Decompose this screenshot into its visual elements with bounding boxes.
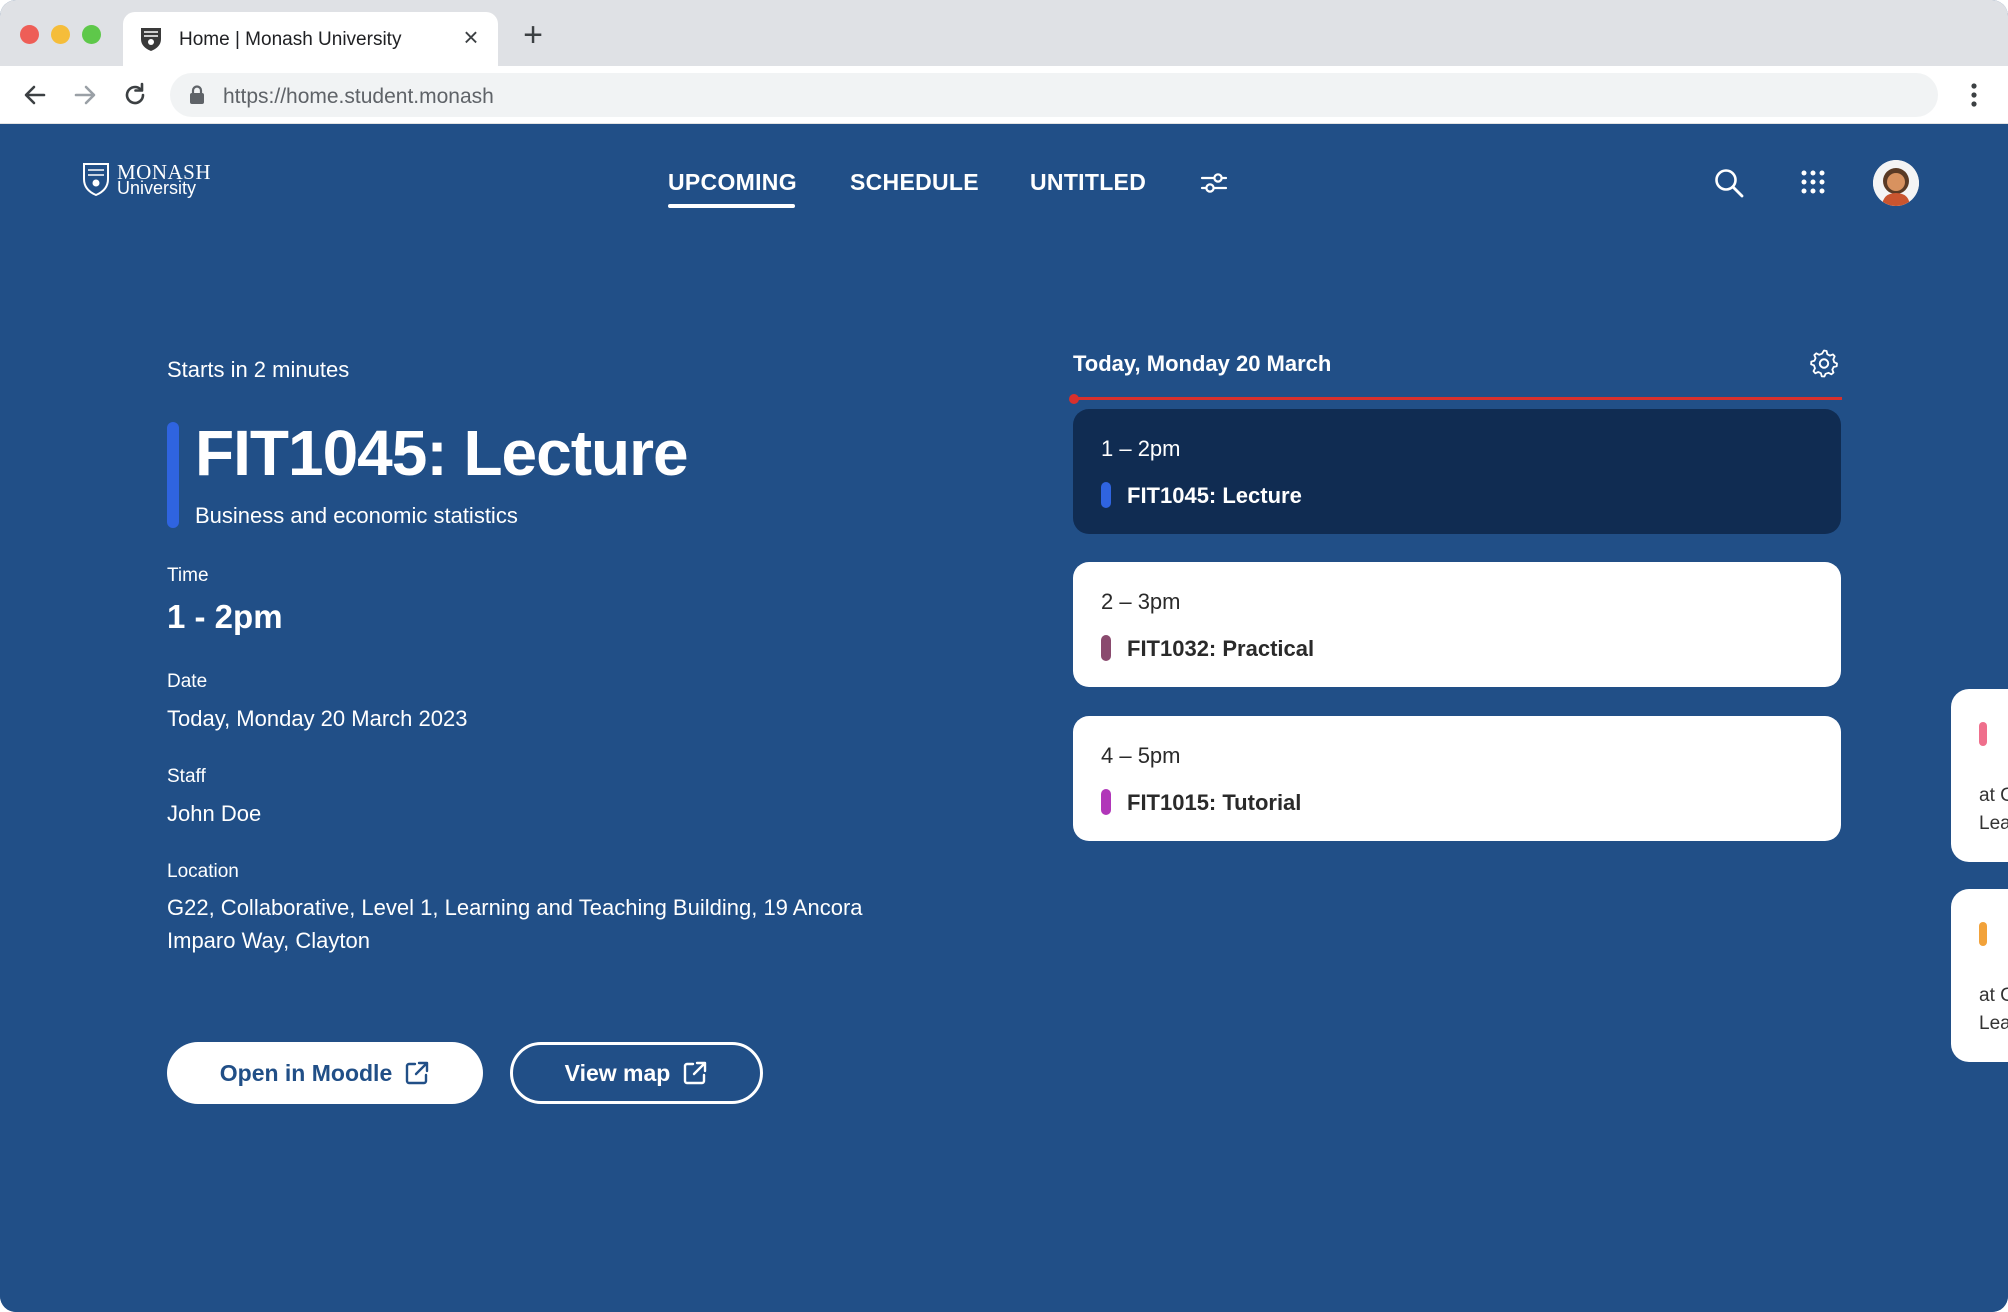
browser-menu-icon[interactable] [1960,80,1988,110]
event-color-marker [1101,789,1111,815]
event-name: FIT1015: Tutorial [1127,790,1302,815]
event-color-marker [1101,635,1111,661]
close-window-button[interactable] [20,25,39,44]
apps-grid-icon[interactable] [1800,169,1826,195]
browser-window: Home | Monash University × + https://hom… [0,0,2008,1312]
event-name: FIT1032: Practical [1127,636,1315,661]
filter-sliders-icon[interactable] [1199,170,1229,196]
browser-toolbar: https://home.student.monash [0,66,2008,124]
user-avatar-icon [1873,160,1919,206]
maximize-window-button[interactable] [82,25,101,44]
event-card[interactable]: 1 – 2pm FIT1045: Lecture [1073,409,1841,534]
search-icon[interactable] [1713,167,1745,199]
gear-icon[interactable] [1809,348,1839,378]
event-detail-line: Lea [1979,1013,2008,1034]
browser-tab-strip: Home | Monash University × + [0,0,2008,66]
date-label: Date [167,671,208,692]
event-time: 1 – 2pm [1101,436,1181,461]
event-time: 4 – 5pm [1101,743,1181,768]
event-color-marker [1979,922,1987,946]
event-color-marker [1101,482,1111,508]
tab-close-icon[interactable]: × [458,24,484,50]
minimize-window-button[interactable] [51,25,70,44]
logo-subwordmark: University [117,178,197,198]
current-time-dot [1069,394,1079,404]
time-label: Time [167,565,209,586]
view-map-button[interactable]: View map [510,1042,763,1104]
url-text: https://home.student.monash [223,85,494,108]
event-card[interactable]: 2 – 3pm FIT1032: Practical [1073,562,1841,687]
date-value: Today, Monday 20 March 2023 [167,706,468,731]
lock-icon [190,85,204,104]
event-detail-line: at C [1979,785,2008,806]
external-link-icon [406,1061,429,1085]
monash-crest-icon [141,28,161,51]
event-detail-line: Lea [1979,813,2008,834]
location-value: G22, Collaborative, Level 1, Learning an… [167,895,863,953]
forward-arrow-icon[interactable] [68,78,102,112]
offscreen-event-card[interactable]: at C Lea [1951,889,2008,1062]
tab-upcoming[interactable]: UPCOMING [668,169,797,196]
tab-schedule[interactable]: SCHEDULE [850,169,979,196]
address-bar[interactable]: https://home.student.monash [170,73,1938,117]
tab-title: Home | Monash University [179,29,402,50]
location-label: Location [167,861,239,882]
event-subtitle: Business and economic statistics [195,503,518,528]
view-map-label: View map [564,1059,671,1086]
day-header: Today, Monday 20 March [1073,351,1332,376]
avatar[interactable] [1873,160,1919,206]
tab-untitled[interactable]: UNTITLED [1030,169,1146,196]
browser-tab[interactable]: Home | Monash University × [123,12,498,66]
back-arrow-icon[interactable] [18,78,52,112]
staff-value: John Doe [167,801,262,826]
time-value: 1 - 2pm [167,598,283,635]
new-tab-icon[interactable]: + [517,18,549,52]
monash-crest-icon [83,163,109,196]
staff-label: Staff [167,766,206,787]
offscreen-event-card[interactable]: at C Lea [1951,689,2008,862]
external-link-icon [684,1061,707,1085]
monash-logo[interactable]: MONASH University [82,160,211,204]
event-name: FIT1045: Lecture [1127,483,1302,508]
open-in-moodle-label: Open in Moodle [219,1059,393,1086]
event-card[interactable]: 4 – 5pm FIT1015: Tutorial [1073,716,1841,841]
event-title: FIT1045: Lecture [195,417,689,489]
reload-icon[interactable] [118,78,152,112]
event-time: 2 – 3pm [1101,589,1181,614]
open-in-moodle-button[interactable]: Open in Moodle [167,1042,483,1104]
app-page: MONASH University UPCOMING SCHEDULE UNTI… [0,124,2008,1312]
event-detail-line: at C [1979,985,2008,1006]
starts-in-text: Starts in 2 minutes [167,357,350,382]
event-color-bar [167,422,179,528]
active-tab-indicator [668,204,795,208]
event-color-marker [1979,722,1987,746]
current-time-line [1073,397,1842,400]
